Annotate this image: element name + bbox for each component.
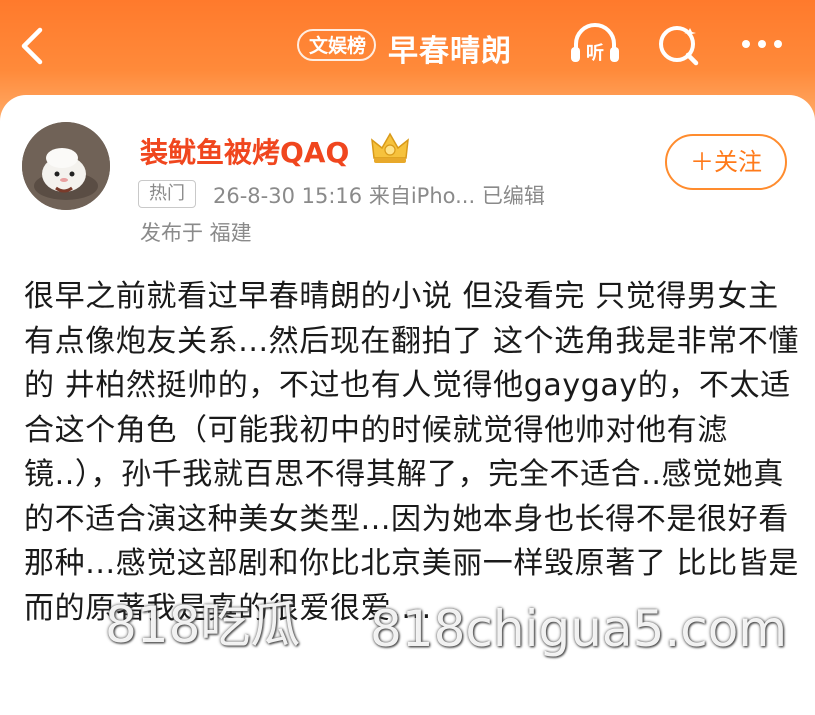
page-title: 早春晴朗: [388, 34, 512, 69]
search-icon[interactable]: [652, 20, 706, 68]
post-location: 发布于 福建: [140, 221, 252, 245]
back-icon[interactable]: [14, 24, 50, 68]
follow-button[interactable]: ＋关注: [665, 134, 787, 190]
post-meta: 26-8-30 15:16 来自iPho... 已编辑: [213, 184, 545, 208]
ranking-tag[interactable]: 文娱榜: [297, 29, 377, 61]
post-content: 很早之前就看过早春晴朗的小说 但没看完 只觉得男女主有点像炮友关系...然后现在…: [24, 279, 799, 626]
listen-label: 听: [586, 42, 604, 64]
watermark: 818吃瓜: [105, 596, 301, 654]
more-icon[interactable]: [738, 20, 792, 68]
top-bar: 文娱榜 早春晴朗 听: [0, 0, 815, 90]
watermark: 818chigua5.com: [370, 600, 788, 658]
listen-icon[interactable]: 听: [568, 20, 622, 68]
hot-badge: 热门: [138, 180, 196, 208]
crown-badge-icon: [368, 130, 412, 166]
avatar[interactable]: [22, 122, 110, 210]
username[interactable]: 装鱿鱼被烤QAQ: [140, 131, 349, 171]
